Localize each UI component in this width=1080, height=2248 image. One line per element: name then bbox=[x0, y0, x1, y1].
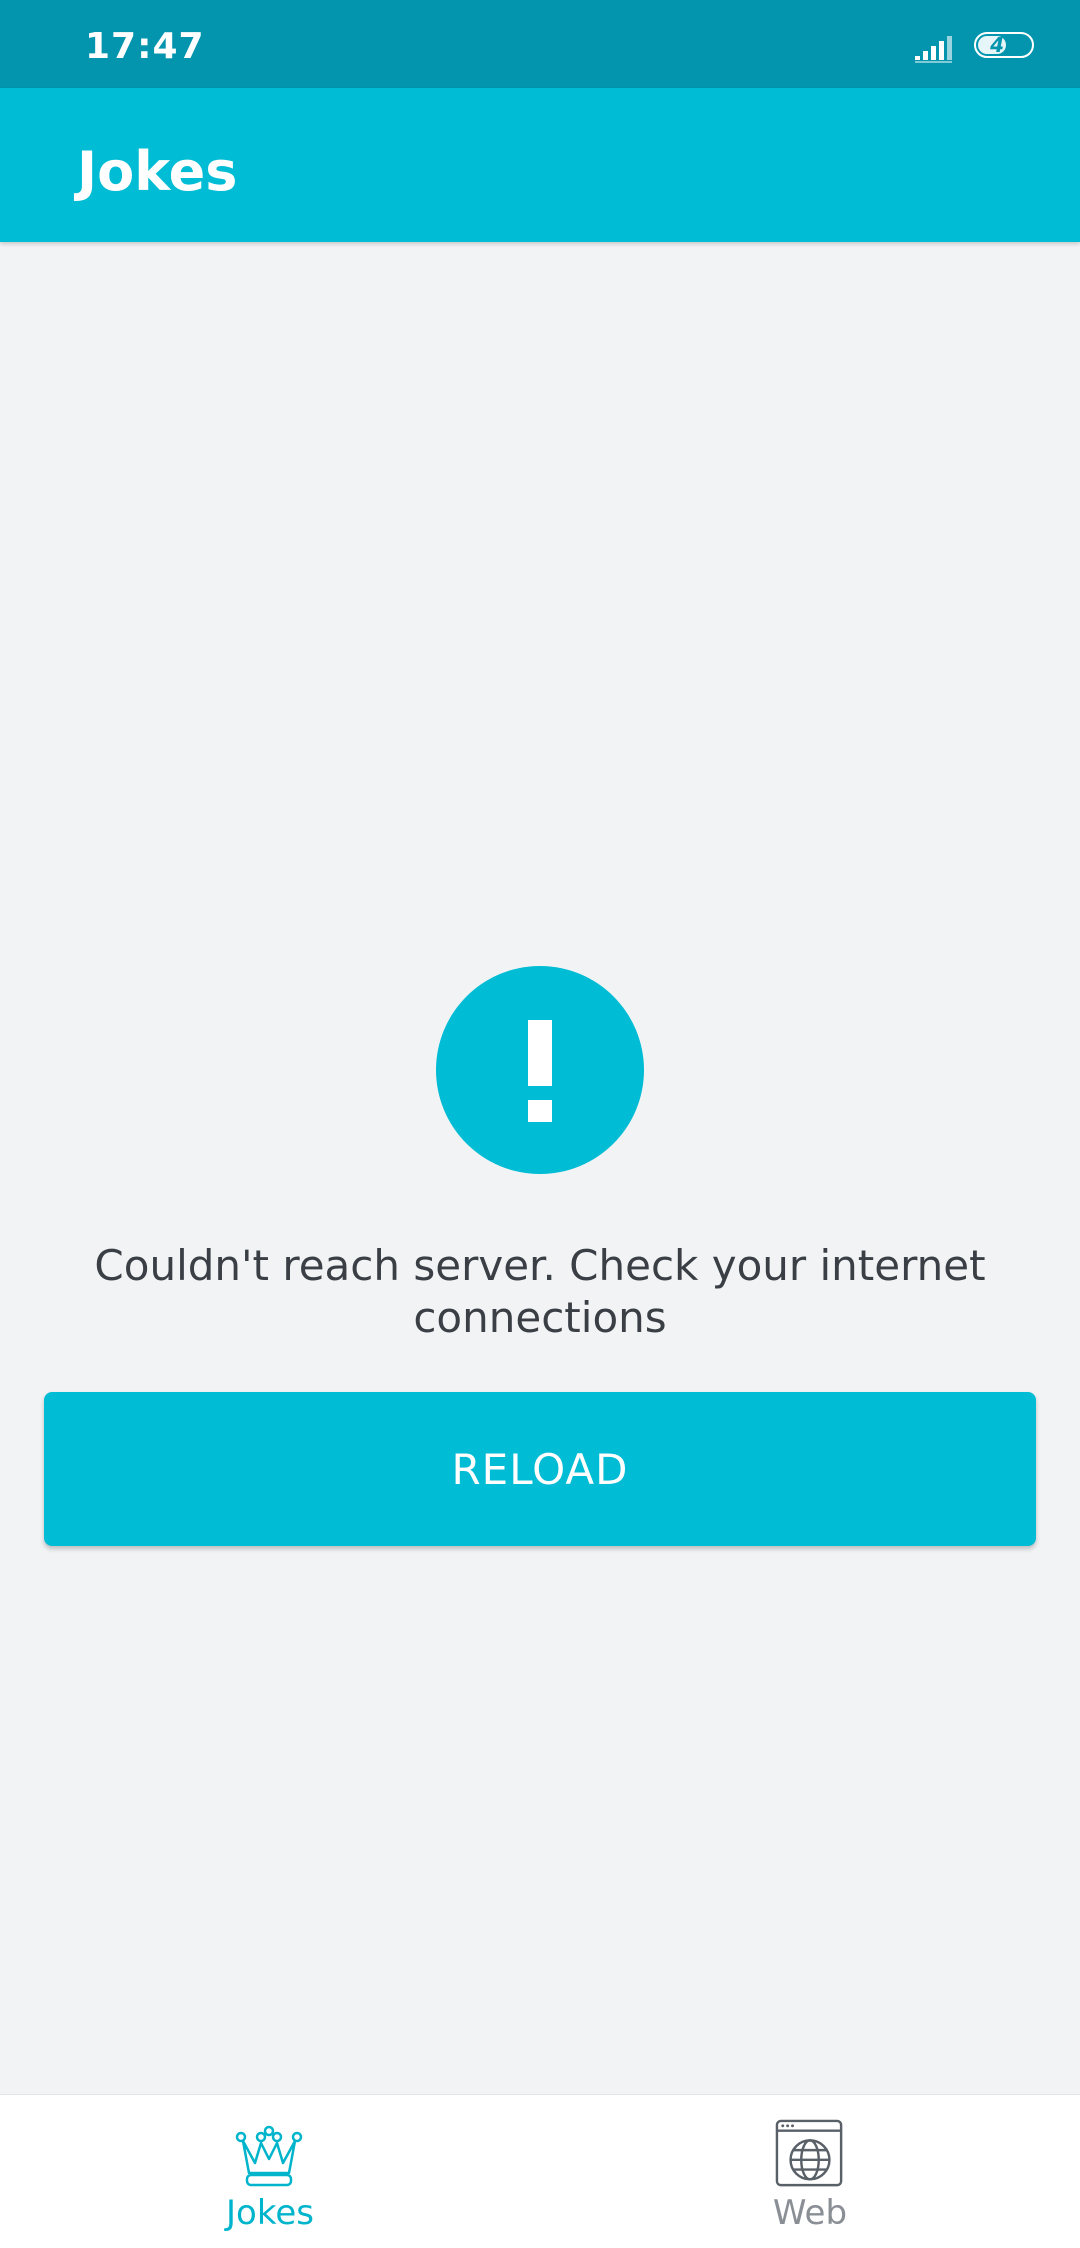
error-message: Couldn't reach server. Check your intern… bbox=[94, 1241, 986, 1342]
crown-icon bbox=[235, 2125, 303, 2187]
reload-button[interactable]: RELOAD bbox=[44, 1392, 1036, 1546]
nav-item-jokes[interactable]: Jokes bbox=[0, 2095, 540, 2248]
nav-item-web[interactable]: Web bbox=[540, 2095, 1080, 2248]
battery-level: 47 bbox=[990, 33, 1018, 57]
battery-icon: 47 bbox=[974, 32, 1038, 62]
exclamation-icon bbox=[436, 966, 644, 1174]
app-bar: Jokes bbox=[0, 88, 1080, 242]
globe-browser-icon bbox=[775, 2119, 843, 2187]
screen: 17:47 47 Jokes Couldn't reach server. Ch… bbox=[0, 0, 1080, 2248]
page-title: Jokes bbox=[77, 140, 238, 203]
status-bar: 17:47 47 bbox=[0, 0, 1080, 88]
bottom-nav: Jokes Web bbox=[0, 2094, 1080, 2248]
status-time: 17:47 bbox=[85, 26, 205, 67]
nav-label-web: Web bbox=[772, 2193, 848, 2233]
signal-icon bbox=[915, 36, 952, 63]
